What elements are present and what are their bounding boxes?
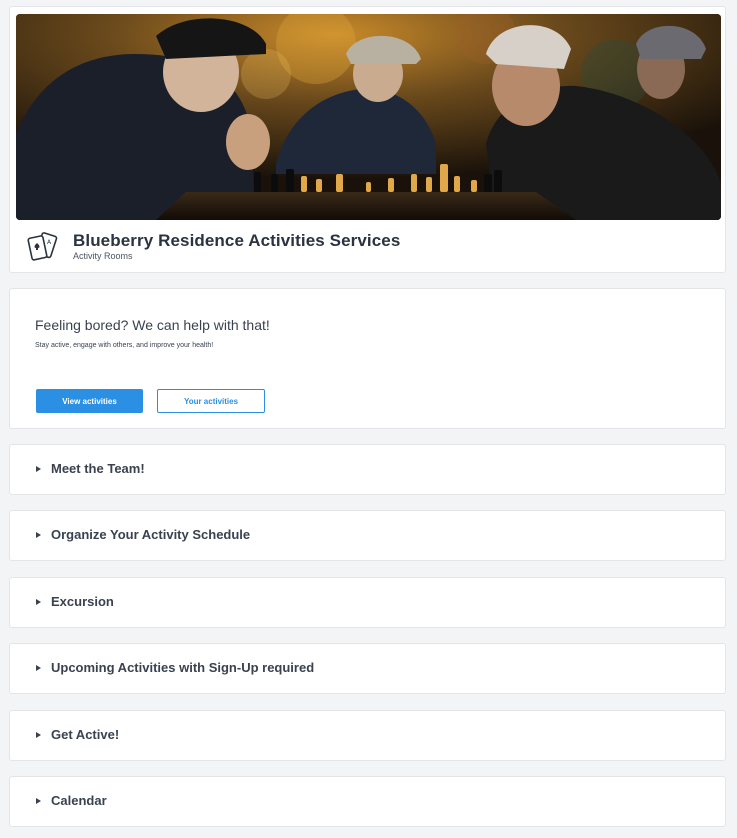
section-label: Meet the Team! <box>51 461 145 476</box>
section-get-active[interactable]: Get Active! <box>9 710 726 761</box>
section-excursion[interactable]: Excursion <box>9 577 726 628</box>
section-upcoming-signup[interactable]: Upcoming Activities with Sign-Up require… <box>9 643 726 694</box>
section-meet-the-team[interactable]: Meet the Team! <box>9 444 726 495</box>
caret-right-icon <box>36 532 41 538</box>
banner-image <box>16 14 721 220</box>
view-activities-button[interactable]: View activities <box>36 389 143 413</box>
caret-right-icon <box>36 466 41 472</box>
promo-heading: Feeling bored? We can help with that! <box>35 317 270 333</box>
caret-right-icon <box>36 798 41 804</box>
section-label: Get Active! <box>51 727 120 742</box>
service-title: Blueberry Residence Activities Services <box>73 231 401 250</box>
promo-subtext: Stay active, engage with others, and imp… <box>35 342 214 349</box>
caret-right-icon <box>36 599 41 605</box>
promo-card: Feeling bored? We can help with that! St… <box>9 288 726 429</box>
section-calendar[interactable]: Calendar <box>9 776 726 827</box>
section-label: Excursion <box>51 594 114 609</box>
section-organize-schedule[interactable]: Organize Your Activity Schedule <box>9 510 726 561</box>
caret-right-icon <box>36 665 41 671</box>
section-label: Calendar <box>51 793 107 808</box>
service-subtitle: Activity Rooms <box>73 251 133 261</box>
service-header-card: A Blueberry Residence Activities Service… <box>9 6 726 273</box>
section-label: Upcoming Activities with Sign-Up require… <box>51 660 315 675</box>
section-label: Organize Your Activity Schedule <box>51 527 251 542</box>
caret-right-icon <box>36 732 41 738</box>
playing-cards-icon: A <box>26 231 62 265</box>
your-activities-button[interactable]: Your activities <box>157 389 265 413</box>
